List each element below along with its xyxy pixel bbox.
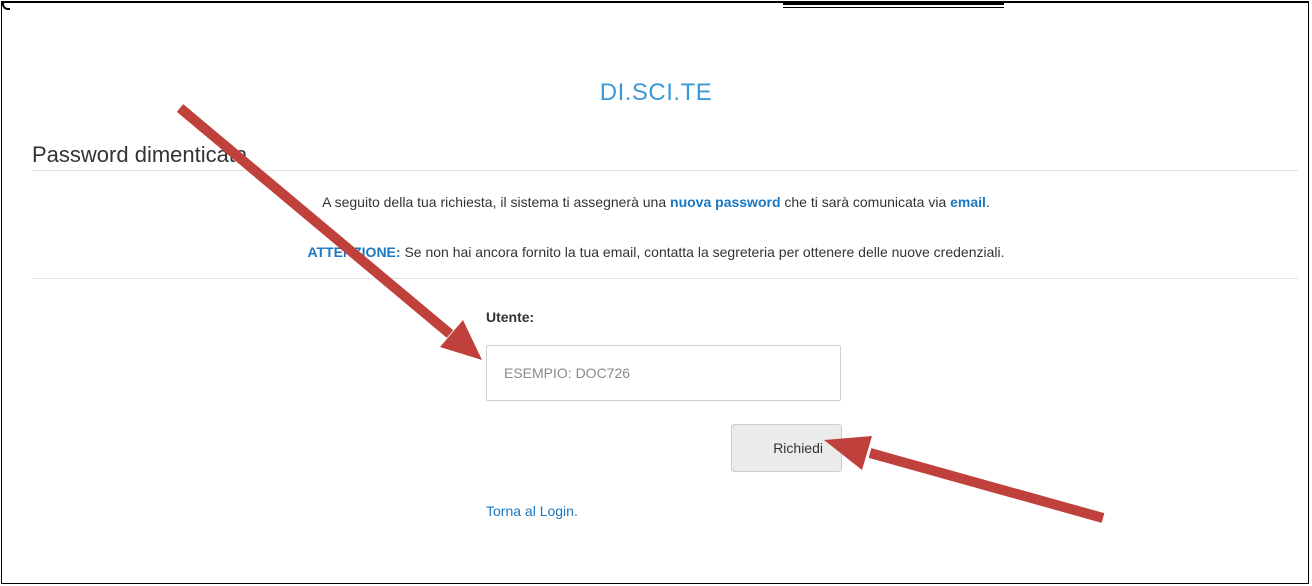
page-title: Password dimenticata	[32, 142, 248, 167]
frame-top-bar	[783, 3, 1004, 8]
info-text-end: .	[985, 194, 990, 210]
warning-message: ATTENZIONE: Se non hai ancora fornito la…	[2, 244, 1308, 260]
request-button[interactable]: Richiedi	[731, 424, 842, 472]
warning-label: ATTENZIONE:	[307, 244, 401, 260]
user-field-label: Utente:	[486, 309, 535, 325]
warning-text: Se non hai ancora fornito la tua email, …	[400, 244, 1005, 260]
frame-corner-mark	[2, 3, 10, 10]
info-highlight-new-password: nuova password	[670, 194, 781, 210]
brand-title: DI.SCI.TE	[599, 79, 713, 106]
screenshot-frame: DI.SCI.TE Password dimenticata A seguito…	[1, 1, 1309, 584]
heading-divider	[32, 170, 1298, 171]
info-text-start: A seguito della tua richiesta, il sistem…	[322, 194, 671, 210]
back-to-login-link[interactable]: Torna al Login.	[486, 503, 578, 519]
info-text-middle: che ti sarà comunicata via	[780, 194, 951, 210]
info-divider	[32, 278, 1298, 279]
info-message: A seguito della tua richiesta, il sistem…	[2, 194, 1308, 210]
info-highlight-email: email	[950, 194, 986, 210]
user-input[interactable]	[486, 345, 841, 401]
